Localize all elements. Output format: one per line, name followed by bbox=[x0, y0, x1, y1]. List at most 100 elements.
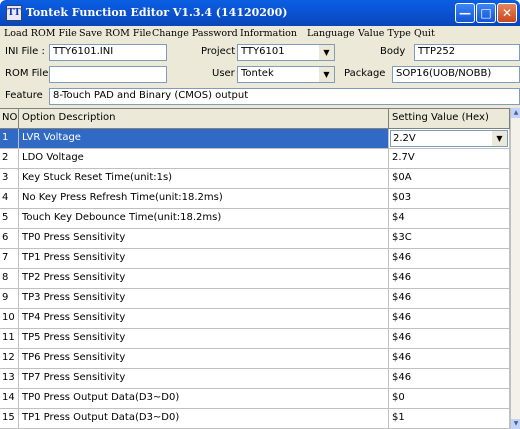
project-label: Project bbox=[201, 46, 236, 57]
row-no: 6 bbox=[0, 229, 19, 249]
minimize-button[interactable]: — bbox=[455, 3, 475, 23]
row-no: 10 bbox=[0, 309, 19, 329]
table-row[interactable]: 5 Touch Key Debounce Time(unit:18.2ms) $… bbox=[0, 209, 510, 229]
menu-save-rom-file[interactable]: Save ROM File bbox=[79, 28, 151, 39]
row-no: 8 bbox=[0, 269, 19, 289]
project-select[interactable]: TTY6101 ▼ bbox=[237, 44, 335, 61]
ini-file-field[interactable]: TTY6101.INI bbox=[49, 44, 167, 61]
row-value[interactable]: $46 bbox=[389, 249, 510, 269]
app-icon: TT bbox=[6, 5, 22, 21]
table-row[interactable]: 13 TP7 Press Sensitivity $46 bbox=[0, 369, 510, 389]
chevron-down-icon[interactable]: ▼ bbox=[319, 45, 334, 60]
row-no: 3 bbox=[0, 169, 19, 189]
row-value[interactable]: $1 bbox=[389, 409, 510, 429]
close-button[interactable]: ✕ bbox=[497, 3, 517, 23]
ini-file-label: INI File : bbox=[5, 46, 45, 57]
row-value-cell[interactable]: 2.2V ▼ bbox=[389, 129, 510, 149]
rom-file-field[interactable] bbox=[49, 66, 167, 83]
row-value[interactable]: $0 bbox=[389, 389, 510, 409]
user-value: Tontek bbox=[241, 68, 274, 79]
row-value[interactable]: $46 bbox=[389, 269, 510, 289]
header-setting-value[interactable]: Setting Value (Hex) bbox=[389, 109, 510, 129]
chevron-down-icon[interactable]: ▼ bbox=[492, 131, 507, 146]
table-row[interactable]: 8 TP2 Press Sensitivity $46 bbox=[0, 269, 510, 289]
scroll-down-icon[interactable]: ▼ bbox=[511, 419, 520, 429]
table-row[interactable]: 11 TP5 Press Sensitivity $46 bbox=[0, 329, 510, 349]
row-value[interactable]: $46 bbox=[389, 329, 510, 349]
row-description: TP3 Press Sensitivity bbox=[19, 289, 389, 309]
row-value[interactable]: $46 bbox=[389, 309, 510, 329]
project-value: TTY6101 bbox=[241, 46, 285, 57]
menu-value-type[interactable]: Value Type bbox=[358, 28, 411, 39]
row-value[interactable]: $3C bbox=[389, 229, 510, 249]
row-description: TP5 Press Sensitivity bbox=[19, 329, 389, 349]
row-description: Touch Key Debounce Time(unit:18.2ms) bbox=[19, 209, 389, 229]
row-description: TP7 Press Sensitivity bbox=[19, 369, 389, 389]
row-no: 5 bbox=[0, 209, 19, 229]
row-value[interactable]: $46 bbox=[389, 369, 510, 389]
package-label: Package bbox=[344, 68, 386, 79]
scroll-up-icon[interactable]: ▲ bbox=[511, 108, 520, 118]
table-row[interactable]: 12 TP6 Press Sensitivity $46 bbox=[0, 349, 510, 369]
row-no: 13 bbox=[0, 369, 19, 389]
settings-form: INI File : TTY6101.INI Project TTY6101 ▼… bbox=[0, 42, 520, 108]
menu-load-rom-file[interactable]: Load ROM File bbox=[4, 28, 77, 39]
vertical-scrollbar[interactable]: ▲ ▼ bbox=[510, 108, 520, 429]
body-field[interactable]: TTP252 bbox=[414, 44, 520, 61]
row-description: TP6 Press Sensitivity bbox=[19, 349, 389, 369]
chevron-down-icon[interactable]: ▼ bbox=[319, 67, 334, 82]
menu-language[interactable]: Language bbox=[307, 28, 355, 39]
row-no: 2 bbox=[0, 149, 19, 169]
row-description: TP4 Press Sensitivity bbox=[19, 309, 389, 329]
table-row[interactable]: 6 TP0 Press Sensitivity $3C bbox=[0, 229, 510, 249]
maximize-button[interactable]: □ bbox=[476, 3, 496, 23]
table-row[interactable]: 7 TP1 Press Sensitivity $46 bbox=[0, 249, 510, 269]
table-row[interactable]: 9 TP3 Press Sensitivity $46 bbox=[0, 289, 510, 309]
table-row[interactable]: 15 TP1 Press Output Data(D3~D0) $1 bbox=[0, 409, 510, 429]
row-description: LVR Voltage bbox=[19, 129, 389, 149]
menu-change-password[interactable]: Change Password bbox=[152, 28, 238, 39]
table-row[interactable]: 10 TP4 Press Sensitivity $46 bbox=[0, 309, 510, 329]
row-no: 9 bbox=[0, 289, 19, 309]
header-option-description[interactable]: Option Description bbox=[19, 109, 389, 129]
row-value[interactable]: $03 bbox=[389, 189, 510, 209]
value-select-text: 2.2V bbox=[393, 133, 416, 144]
row-no: 4 bbox=[0, 189, 19, 209]
value-select[interactable]: 2.2V ▼ bbox=[390, 130, 508, 147]
row-no: 7 bbox=[0, 249, 19, 269]
row-no: 12 bbox=[0, 349, 19, 369]
title-bar[interactable]: TT Tontek Function Editor V1.3.4 (141202… bbox=[0, 0, 520, 26]
user-label: User bbox=[212, 68, 235, 79]
feature-field: 8-Touch PAD and Binary (CMOS) output bbox=[49, 88, 520, 105]
table-row[interactable]: 1 LVR Voltage 2.2V ▼ bbox=[0, 129, 510, 149]
row-no: 15 bbox=[0, 409, 19, 429]
table-row[interactable]: 4 No Key Press Refresh Time(unit:18.2ms)… bbox=[0, 189, 510, 209]
row-value[interactable]: $0A bbox=[389, 169, 510, 189]
menu-quit[interactable]: Quit bbox=[414, 28, 435, 39]
row-value[interactable]: $4 bbox=[389, 209, 510, 229]
row-description: TP1 Press Output Data(D3~D0) bbox=[19, 409, 389, 429]
table-row[interactable]: 14 TP0 Press Output Data(D3~D0) $0 bbox=[0, 389, 510, 409]
row-description: No Key Press Refresh Time(unit:18.2ms) bbox=[19, 189, 389, 209]
row-description: TP0 Press Output Data(D3~D0) bbox=[19, 389, 389, 409]
row-value[interactable]: 2.7V bbox=[389, 149, 510, 169]
header-no[interactable]: NO bbox=[0, 109, 19, 129]
row-no: 11 bbox=[0, 329, 19, 349]
package-field[interactable]: SOP16(UOB/NOBB) bbox=[392, 66, 520, 83]
row-description: TP0 Press Sensitivity bbox=[19, 229, 389, 249]
table-row[interactable]: 3 Key Stuck Reset Time(unit:1s) $0A bbox=[0, 169, 510, 189]
row-description: Key Stuck Reset Time(unit:1s) bbox=[19, 169, 389, 189]
row-description: TP1 Press Sensitivity bbox=[19, 249, 389, 269]
row-value[interactable]: $46 bbox=[389, 349, 510, 369]
window-title: Tontek Function Editor V1.3.4 (14120200) bbox=[26, 6, 288, 19]
row-value[interactable]: $46 bbox=[389, 289, 510, 309]
table-row[interactable]: 2 LDO Voltage 2.7V bbox=[0, 149, 510, 169]
row-description: LDO Voltage bbox=[19, 149, 389, 169]
menu-bar: Load ROM File Save ROM File Change Passw… bbox=[0, 26, 520, 42]
options-grid: NO Option Description Setting Value (Hex… bbox=[0, 108, 510, 429]
row-no: 14 bbox=[0, 389, 19, 409]
body-label: Body bbox=[380, 46, 406, 57]
menu-information[interactable]: Information bbox=[240, 28, 297, 39]
rom-file-label: ROM File bbox=[5, 68, 49, 79]
user-select[interactable]: Tontek ▼ bbox=[237, 66, 335, 83]
